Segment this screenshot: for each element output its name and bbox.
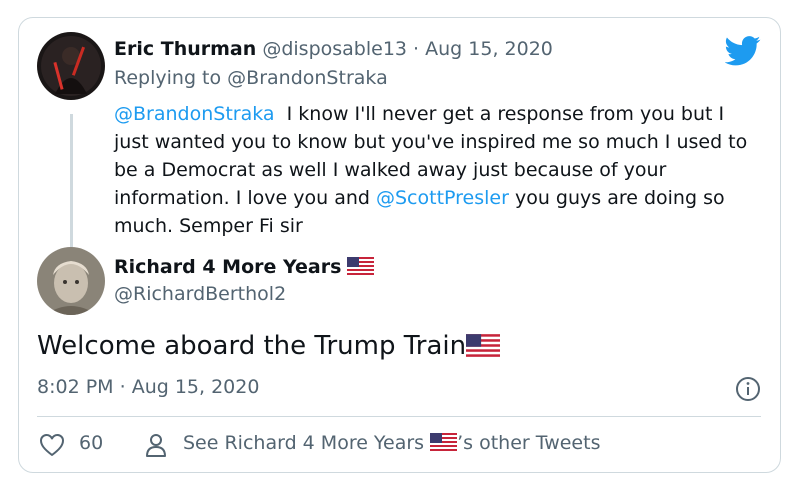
parent-avatar-image (37, 32, 105, 100)
parent-tweet-text: @BrandonStraka I know I'll never get a r… (114, 100, 754, 240)
tweet-text-content: Welcome aboard the Trump Train (37, 331, 467, 361)
heart-icon[interactable] (39, 433, 65, 457)
see-other-tweets-suffix: ’s other Tweets (457, 432, 601, 454)
parent-handle[interactable]: @disposable13 (262, 38, 407, 60)
author-avatar-image (37, 247, 105, 315)
mention-brandonstraka[interactable]: @BrandonStraka (114, 103, 275, 125)
tweet-text: Welcome aboard the Trump Train (37, 331, 501, 361)
replying-to-line: Replying to @BrandonStraka (114, 67, 388, 89)
tweet-time-separator: · (119, 376, 126, 398)
tweet-timestamp[interactable]: 8:02 PM · Aug 15, 2020 (37, 376, 259, 398)
author-handle[interactable]: @RichardBerthol2 (114, 283, 286, 305)
info-icon[interactable] (735, 376, 761, 402)
replying-prefix: Replying to (114, 67, 222, 89)
see-other-tweets-link[interactable]: See Richard 4 More Years ’s other Tweets (183, 432, 600, 454)
author-avatar[interactable] (37, 247, 105, 315)
tweet-time: 8:02 PM (37, 376, 114, 398)
us-flag-icon (346, 257, 374, 275)
parent-author-name[interactable]: Eric Thurman (114, 38, 256, 60)
tweet-date: Aug 15, 2020 (131, 376, 260, 398)
twitter-bird-icon[interactable] (725, 36, 761, 66)
see-other-tweets-prefix: See Richard 4 More Years (183, 432, 425, 454)
author-name[interactable]: Richard 4 More Years (114, 256, 341, 278)
footer-divider (37, 416, 761, 417)
parent-header: Eric Thurman @disposable13 · Aug 15, 202… (114, 38, 553, 60)
person-icon (146, 434, 166, 457)
thread-connector-line (70, 114, 73, 252)
parent-avatar[interactable] (37, 32, 105, 100)
mention-scottpresler[interactable]: @ScottPresler (376, 187, 509, 209)
us-flag-icon (430, 433, 458, 451)
parent-separator: · (413, 38, 420, 60)
embedded-tweet-card: Eric Thurman @disposable13 · Aug 15, 202… (18, 17, 781, 473)
like-count[interactable]: 60 (79, 432, 103, 454)
us-flag-icon (466, 334, 501, 357)
author-name-row: Richard 4 More Years (114, 256, 374, 278)
replying-to-handle[interactable]: @BrandonStraka (227, 67, 388, 89)
parent-date[interactable]: Aug 15, 2020 (425, 38, 553, 60)
